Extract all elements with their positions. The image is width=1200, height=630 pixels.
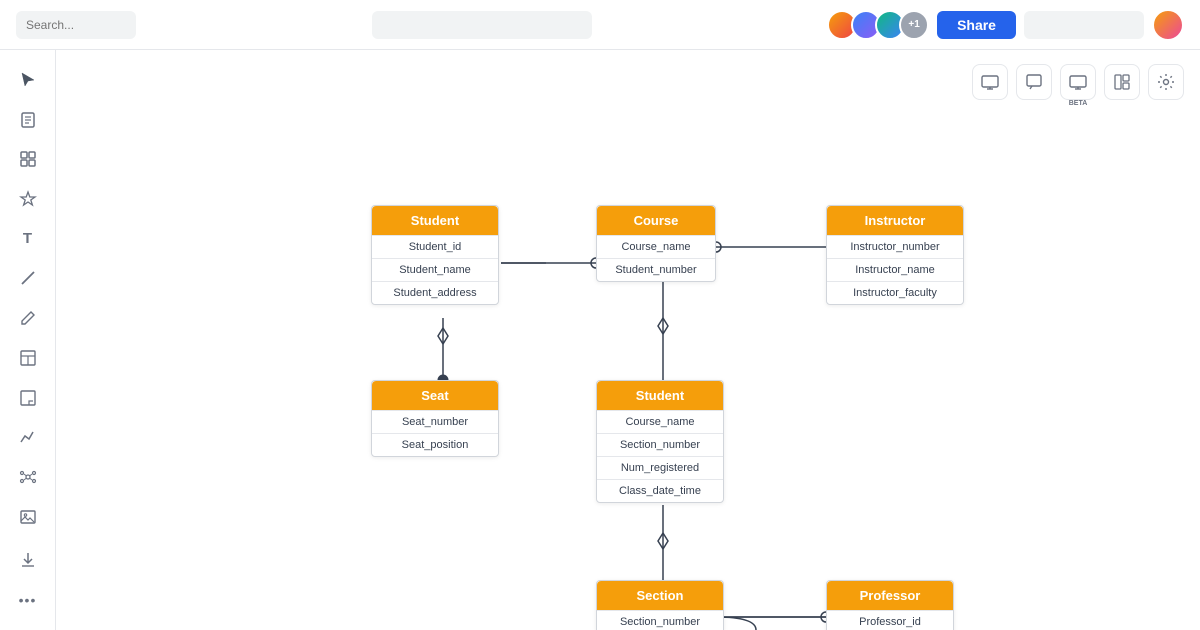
line-icon — [19, 269, 37, 287]
sidebar-more[interactable]: ••• — [10, 582, 46, 618]
canvas-tool-screen[interactable] — [972, 64, 1008, 100]
sidebar-item-import[interactable] — [10, 543, 46, 579]
search-left[interactable] — [16, 11, 136, 39]
sidebar-item-chart[interactable] — [10, 419, 46, 455]
entity-student-top-field-1: Student_name — [372, 258, 498, 281]
entity-student-bottom-header: Student — [597, 381, 723, 410]
entity-instructor-header: Instructor — [827, 206, 963, 235]
entity-instructor[interactable]: Instructor Instructor_number Instructor_… — [826, 205, 964, 305]
canvas-tool-present[interactable]: BETA — [1060, 64, 1096, 100]
layout-icon — [1113, 73, 1131, 91]
entity-student-top-field-2: Student_address — [372, 281, 498, 304]
entity-professor-field-0: Professor_id — [827, 610, 953, 630]
present-icon — [1069, 73, 1087, 91]
entity-course-header: Course — [597, 206, 715, 235]
canvas-tool-settings[interactable] — [1148, 64, 1184, 100]
share-button[interactable]: Share — [937, 11, 1016, 39]
topbar-center — [372, 11, 592, 39]
sidebar-item-star[interactable] — [10, 181, 46, 217]
network-icon — [19, 468, 37, 486]
canvas[interactable]: BETA — [56, 50, 1200, 630]
entity-student-top-field-0: Student_id — [372, 235, 498, 258]
entity-student-bottom[interactable]: Student Course_name Section_number Num_r… — [596, 380, 724, 503]
comment-icon — [1025, 73, 1043, 91]
topbar: +1 Share — [0, 0, 1200, 50]
pen-icon — [19, 309, 37, 327]
connector-layer — [56, 50, 1200, 630]
chart-icon — [19, 428, 37, 446]
sidebar-item-cursor[interactable] — [10, 62, 46, 98]
avatar-group: +1 — [827, 10, 929, 40]
screen-icon — [981, 73, 999, 91]
search-center[interactable] — [372, 11, 592, 39]
avatar-user — [1152, 9, 1184, 41]
entity-instructor-field-0: Instructor_number — [827, 235, 963, 258]
topbar-left — [16, 11, 136, 39]
sidebar-item-image[interactable] — [10, 499, 46, 535]
table-icon — [19, 349, 37, 367]
cursor-icon — [19, 71, 37, 89]
sidebar-item-text[interactable]: T — [10, 221, 46, 257]
entity-section-field-0: Section_number — [597, 610, 723, 630]
entity-section[interactable]: Section Section_number — [596, 580, 724, 630]
beta-badge: BETA — [1069, 100, 1088, 107]
sidebar-item-network[interactable] — [10, 459, 46, 495]
sidebar-item-sticky[interactable] — [10, 380, 46, 416]
entity-student-top[interactable]: Student Student_id Student_name Student_… — [371, 205, 499, 305]
more-icon: ••• — [19, 592, 37, 608]
settings-icon — [1157, 73, 1175, 91]
image-icon — [19, 508, 37, 526]
entity-seat-field-0: Seat_number — [372, 410, 498, 433]
document-icon — [19, 111, 37, 129]
entity-section-header: Section — [597, 581, 723, 610]
entity-seat[interactable]: Seat Seat_number Seat_position — [371, 380, 499, 457]
entity-course-field-0: Course_name — [597, 235, 715, 258]
sidebar-item-line[interactable] — [10, 261, 46, 297]
entity-student-bottom-field-3: Class_date_time — [597, 479, 723, 502]
entity-student-bottom-field-2: Num_registered — [597, 456, 723, 479]
text-icon: T — [23, 230, 32, 247]
components-icon — [19, 150, 37, 168]
avatar-badge: +1 — [899, 10, 929, 40]
entity-professor[interactable]: Professor Professor_id Professor_name — [826, 580, 954, 630]
sidebar-item-pen[interactable] — [10, 300, 46, 336]
entity-course[interactable]: Course Course_name Student_number — [596, 205, 716, 282]
entity-student-bottom-field-0: Course_name — [597, 410, 723, 433]
entity-seat-field-1: Seat_position — [372, 433, 498, 456]
topbar-right: +1 Share — [827, 9, 1184, 41]
entity-seat-header: Seat — [372, 381, 498, 410]
import-icon — [19, 551, 37, 569]
star-icon — [19, 190, 37, 208]
sidebar-item-table[interactable] — [10, 340, 46, 376]
entity-instructor-field-2: Instructor_faculty — [827, 281, 963, 304]
canvas-toolbar: BETA — [972, 64, 1184, 100]
sidebar-item-components[interactable] — [10, 141, 46, 177]
sidebar: T ••• — [0, 50, 56, 630]
sidebar-item-document[interactable] — [10, 102, 46, 138]
entity-professor-header: Professor — [827, 581, 953, 610]
entity-student-bottom-field-1: Section_number — [597, 433, 723, 456]
entity-student-top-header: Student — [372, 206, 498, 235]
search-right[interactable] — [1024, 11, 1144, 39]
entity-instructor-field-1: Instructor_name — [827, 258, 963, 281]
canvas-tool-layout[interactable] — [1104, 64, 1140, 100]
entity-course-field-1: Student_number — [597, 258, 715, 281]
canvas-tool-comment[interactable] — [1016, 64, 1052, 100]
sticky-icon — [19, 389, 37, 407]
